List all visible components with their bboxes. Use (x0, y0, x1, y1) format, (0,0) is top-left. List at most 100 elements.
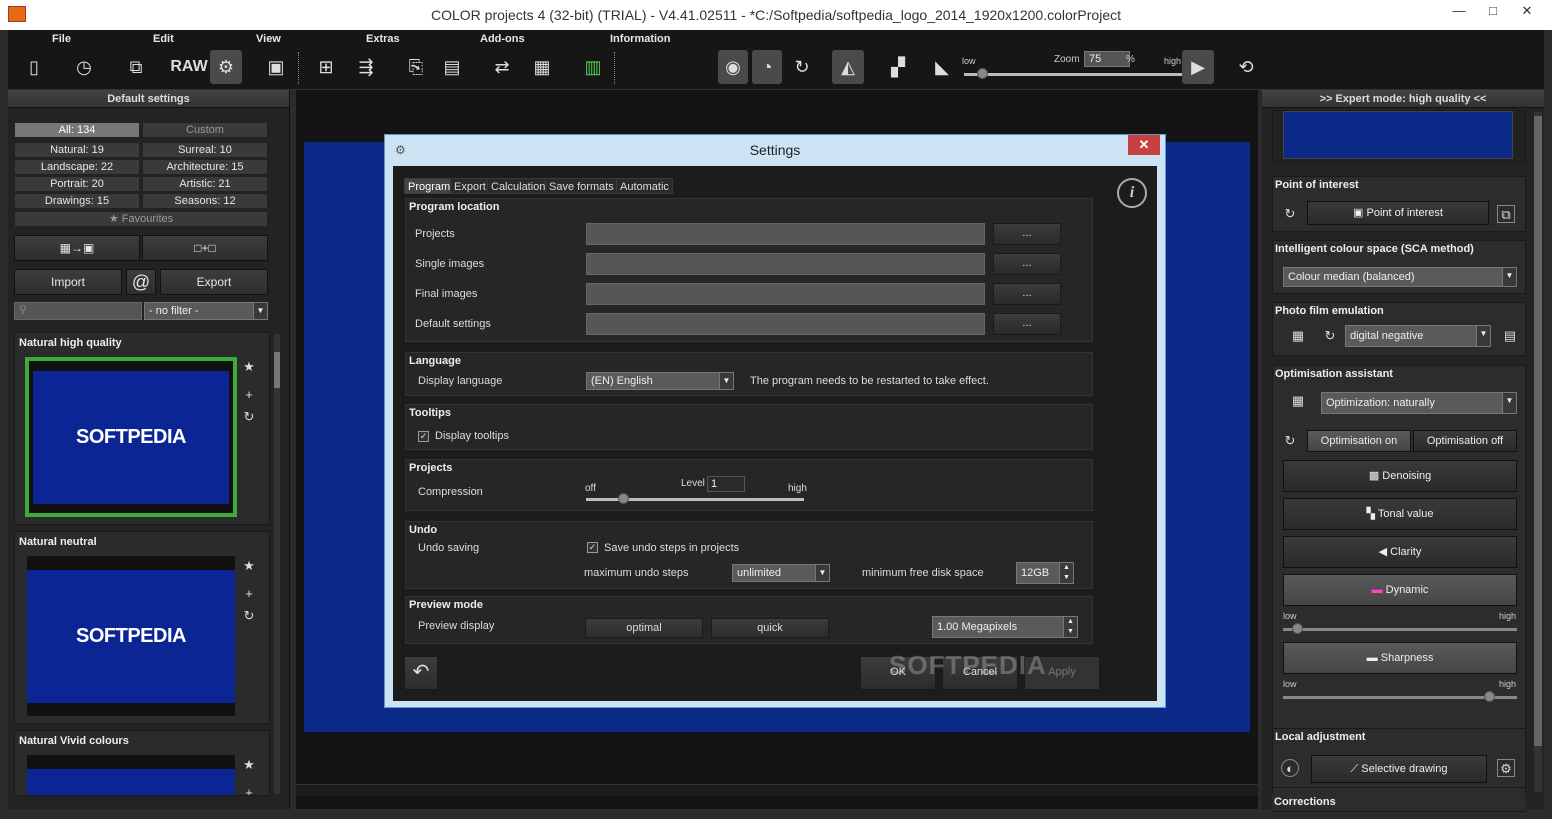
histogram-icon[interactable]: ▥ (576, 50, 610, 84)
preview-quick-button[interactable]: quick (711, 618, 829, 638)
default-settings-path-field[interactable] (586, 313, 985, 335)
favourite-star-icon[interactable]: ★ (241, 757, 257, 773)
category-landscape[interactable]: Landscape: 22 (14, 159, 140, 175)
max-undo-select[interactable]: unlimited ▼ (732, 564, 830, 582)
selective-drawing-button[interactable]: ⟋ Selective drawing (1311, 755, 1487, 783)
local-settings-icon[interactable]: ⚙ (1497, 759, 1515, 777)
browse-final-images-button[interactable]: ... (993, 283, 1061, 305)
preset-scrollbar[interactable] (274, 334, 280, 794)
compare-icon[interactable]: ⇄ (488, 50, 516, 84)
dynamic-slider-knob[interactable] (1292, 623, 1304, 634)
optimisation-off-button[interactable]: Optimisation off (1413, 430, 1517, 452)
browse-default-settings-button[interactable]: ... (993, 313, 1061, 335)
import-button[interactable]: Import (14, 269, 122, 295)
single-images-path-field[interactable] (586, 253, 985, 275)
refresh-icon[interactable]: ↻ (1281, 205, 1299, 223)
add-preset-icon[interactable]: □+□ (142, 235, 268, 261)
raw-button[interactable]: RAW (170, 50, 207, 84)
zoom-slider-knob[interactable] (977, 68, 988, 79)
refresh-icon[interactable]: ↻ (241, 409, 257, 425)
overview-thumbnail[interactable] (1283, 111, 1513, 159)
eye-preview-icon[interactable]: ◉ (718, 50, 748, 84)
refresh-icon[interactable]: ↻ (1321, 327, 1339, 345)
export-tree-icon[interactable]: ⊞ (312, 50, 340, 84)
category-natural[interactable]: Natural: 19 (14, 142, 140, 158)
opt-grid-icon[interactable]: ▦ (1285, 392, 1311, 410)
final-images-path-field[interactable] (586, 283, 985, 305)
browse-single-images-button[interactable]: ... (993, 253, 1061, 275)
menu-view[interactable]: View (256, 33, 281, 45)
zoom-slider[interactable] (964, 73, 1182, 76)
email-at-button[interactable]: @ (126, 269, 156, 295)
menu-file[interactable]: File (52, 33, 71, 45)
category-surreal[interactable]: Surreal: 10 (142, 142, 268, 158)
export-button[interactable]: Export (160, 269, 268, 295)
spinner-arrows-icon[interactable]: ▲ ▼ (1059, 563, 1073, 583)
category-seasons[interactable]: Seasons: 12 (142, 193, 268, 209)
sharpness-slider-knob[interactable] (1483, 691, 1495, 702)
add-icon[interactable]: + (241, 785, 257, 795)
denoising-button[interactable]: ▩ Denoising (1283, 460, 1517, 492)
info-doc-icon[interactable]: ▦ (528, 50, 556, 84)
checker-icon[interactable]: ▞ (884, 50, 912, 84)
preset-card[interactable]: Natural neutral SOFTPEDIA ★ + ↻ (14, 531, 270, 724)
add-icon[interactable]: + (241, 387, 257, 402)
category-drawings[interactable]: Drawings: 15 (14, 193, 140, 209)
save-undo-checkbox[interactable]: ✓ (587, 542, 598, 553)
compression-level-input[interactable]: 1 (707, 476, 745, 492)
reset-undo-icon[interactable]: ↶ (404, 656, 438, 690)
maximize-button[interactable]: □ (1476, 0, 1510, 22)
film-options-icon[interactable]: ▤ (1501, 327, 1519, 345)
optimization-select[interactable]: Optimization: naturally ▼ (1321, 392, 1517, 414)
browse-projects-button[interactable]: ... (993, 223, 1061, 245)
info-icon[interactable]: i (1117, 178, 1147, 208)
zoom-input[interactable]: 75 (1084, 51, 1130, 67)
category-artistic[interactable]: Artistic: 21 (142, 176, 268, 192)
film-select[interactable]: digital negative ▼ (1345, 325, 1491, 347)
batch-icon[interactable]: ⇶ (352, 50, 380, 84)
projects-path-field[interactable] (586, 223, 985, 245)
favourite-star-icon[interactable]: ★ (241, 359, 257, 375)
copy-icon[interactable]: ⧉ (122, 50, 150, 84)
redo-icon[interactable]: ↻ (788, 50, 816, 84)
dialog-close-button[interactable]: ✕ (1128, 135, 1160, 155)
menu-information[interactable]: Information (610, 33, 671, 45)
preset-card[interactable]: Natural high quality SOFTPEDIA ★ + ↻ (14, 332, 270, 525)
display-tooltips-checkbox[interactable]: ✓ (418, 431, 429, 442)
preview-scrollbar[interactable] (296, 784, 1258, 796)
sca-select[interactable]: Colour median (balanced) ▼ (1283, 267, 1517, 287)
timer-icon[interactable]: ◔ (752, 50, 782, 84)
load-icon[interactable]: ⎘ (402, 50, 430, 84)
history-icon[interactable]: ◷ (70, 50, 98, 84)
contrast-circle-icon[interactable]: ◐ (1281, 759, 1299, 777)
copy-poi-icon[interactable]: ⧉ (1497, 205, 1515, 223)
clarity-button[interactable]: ◀ Clarity (1283, 536, 1517, 568)
tab-automatic[interactable]: Automatic (616, 178, 673, 194)
favourite-star-icon[interactable]: ★ (241, 558, 257, 574)
category-favourites[interactable]: ★ Favourites (14, 211, 268, 227)
category-custom[interactable]: Custom (142, 122, 268, 138)
tab-export[interactable]: Export (450, 178, 490, 194)
filter-select[interactable]: - no filter - ▼ (144, 302, 268, 320)
right-scrollbar[interactable] (1534, 112, 1542, 792)
category-architecture[interactable]: Architecture: 15 (142, 159, 268, 175)
refresh-icon[interactable]: ↻ (241, 608, 257, 624)
film-grid-icon[interactable]: ▦ (1285, 327, 1311, 345)
dynamic-slider[interactable] (1283, 628, 1517, 631)
menu-edit[interactable]: Edit (153, 33, 174, 45)
add-icon[interactable]: + (241, 586, 257, 601)
tab-program[interactable]: Program (404, 178, 455, 194)
compression-slider-knob[interactable] (618, 493, 630, 504)
display-language-select[interactable]: (EN) English ▼ (586, 372, 734, 390)
split-view-icon[interactable]: ◭ (832, 50, 864, 84)
megapixels-spinner[interactable]: 1.00 Megapixels ▲ ▼ (932, 616, 1078, 638)
category-portrait[interactable]: Portrait: 20 (14, 176, 140, 192)
menu-addons[interactable]: Add-ons (480, 33, 525, 45)
search-input[interactable]: ⚲ (14, 302, 142, 320)
menu-extras[interactable]: Extras (366, 33, 400, 45)
tab-save-formats[interactable]: Save formats (545, 178, 618, 194)
settings-gear-icon[interactable]: ⚙ (210, 50, 242, 84)
point-of-interest-button[interactable]: ▣ Point of interest (1307, 201, 1489, 225)
refresh-icon[interactable]: ↻ (1281, 432, 1299, 450)
dynamic-button[interactable]: ▬ Dynamic (1283, 574, 1517, 606)
